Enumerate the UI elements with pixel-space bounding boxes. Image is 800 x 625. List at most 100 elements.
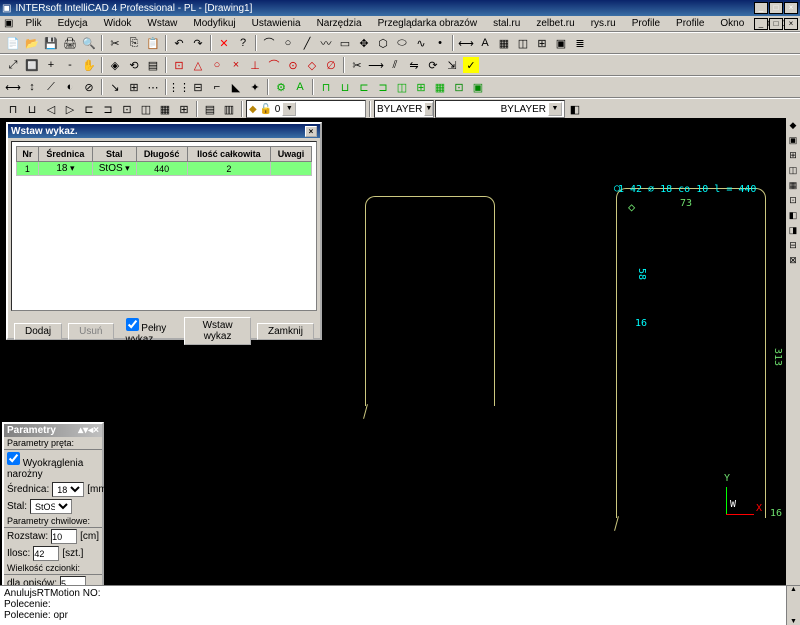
menu-rys[interactable]: rys.ru [587,18,620,29]
block-icon[interactable]: ◫ [514,34,532,52]
maximize-button[interactable]: □ [769,2,783,14]
dr-icon[interactable]: ◐ [61,78,79,96]
print-icon[interactable]: 🖨 [61,34,79,52]
vt-9-icon[interactable]: ⊟ [786,240,800,254]
orbit-icon[interactable]: ⟲ [125,56,143,74]
vt-7-icon[interactable]: ◧ [786,210,800,224]
region-icon[interactable]: ▣ [552,34,570,52]
t4-12-icon[interactable]: ▥ [220,100,238,118]
copy-icon[interactable]: ⎘ [125,34,143,52]
rozstaw-input[interactable] [51,529,77,544]
redo-icon[interactable]: ↷ [189,34,207,52]
vt-2-icon[interactable]: ▣ [786,135,800,149]
usun-button[interactable]: Usuń [68,323,113,340]
t4-2-icon[interactable]: ⊔ [23,100,41,118]
mirror-icon[interactable]: ⇋ [405,56,423,74]
t4-3-icon[interactable]: ◁ [42,100,60,118]
cmd-scrollbar[interactable]: ▲ ▼ [786,586,800,625]
snap-node-icon[interactable]: ◇ [303,56,321,74]
menu-widok[interactable]: Widok [100,18,136,29]
menu-narzedzia[interactable]: Narzędzia [313,18,366,29]
menu-zelbet[interactable]: zelbet.ru [532,18,578,29]
props-icon[interactable]: ⚙ [272,78,290,96]
minimize-button[interactable]: _ [754,2,768,14]
t4-10-icon[interactable]: ⊞ [175,100,193,118]
array-icon[interactable]: ⋮⋮ [170,78,188,96]
ellipse-icon[interactable]: ⬭ [393,34,411,52]
th-nr[interactable]: Nr [17,147,39,162]
dv-icon[interactable]: ↕ [23,78,41,96]
vt-5-icon[interactable]: ▦ [786,180,800,194]
ilosc-input[interactable] [33,546,59,561]
leader-icon[interactable]: ↘ [106,78,124,96]
zoom-out-icon[interactable]: - [61,56,79,74]
pan-icon[interactable]: ✋ [80,56,98,74]
match-icon[interactable]: ✓ [462,56,480,74]
pelny-checkbox[interactable]: Pełny wykaz [126,318,179,345]
insert-icon[interactable]: ⊞ [533,34,551,52]
new-icon[interactable]: 📄 [4,34,22,52]
point-icon[interactable]: • [431,34,449,52]
rebar7-icon[interactable]: ▦ [431,78,449,96]
th-uwagi[interactable]: Uwagi [271,147,312,162]
menu-stal[interactable]: stal.ru [489,18,524,29]
menu-edycja[interactable]: Edycja [54,18,92,29]
rebar6-icon[interactable]: ⊞ [412,78,430,96]
snap-nea-icon[interactable]: ⊙ [284,56,302,74]
doc-maximize-button[interactable]: □ [769,18,783,30]
tol-icon[interactable]: ⊞ [125,78,143,96]
rebar5-icon[interactable]: ◫ [393,78,411,96]
rebar2-icon[interactable]: ⊔ [336,78,354,96]
doc-minimize-button[interactable]: _ [754,18,768,30]
linetype-combo[interactable]: BYLAYER ▼ [374,100,434,118]
erase-icon[interactable]: ✕ [215,34,233,52]
menu-profile2[interactable]: Profile [672,18,708,29]
t4-6-icon[interactable]: ⊐ [99,100,117,118]
circle-icon[interactable]: ○ [279,34,297,52]
trim-icon[interactable]: ✂ [348,56,366,74]
snap-end-icon[interactable]: ⊡ [170,56,188,74]
close-button[interactable]: × [784,2,798,14]
th-stal[interactable]: Stal [92,147,136,162]
polygon-icon[interactable]: ⬡ [374,34,392,52]
text-icon[interactable]: A [476,34,494,52]
rect-icon[interactable]: ▭ [336,34,354,52]
rebar4-icon[interactable]: ⊐ [374,78,392,96]
color-combo[interactable]: BYLAYER ▼ [435,100,565,118]
menu-przegladarka[interactable]: Przeglądarka obrazów [374,18,482,29]
t4-7-icon[interactable]: ⊡ [118,100,136,118]
spline-icon[interactable]: ∿ [412,34,430,52]
th-srednica[interactable]: Średnica [38,147,92,162]
chevron-down-icon[interactable]: ▼ [424,102,433,116]
fillet-icon[interactable]: ⌐ [208,78,226,96]
snap-none-icon[interactable]: ∅ [322,56,340,74]
cell-dlugosc[interactable]: 440 [136,162,187,176]
menu-ustawienia[interactable]: Ustawienia [248,18,305,29]
explode-icon[interactable]: ✦ [246,78,264,96]
cont-icon[interactable]: ⋯ [144,78,162,96]
hatch-icon[interactable]: ▦ [495,34,513,52]
zoom-ext-icon[interactable]: ⤢ [4,56,22,74]
vt-8-icon[interactable]: ◨ [786,225,800,239]
command-line[interactable]: AnulujsRTMotion NO: Polecenie: Polecenie… [0,585,800,625]
vt-3-icon[interactable]: ⊞ [786,150,800,164]
style-icon[interactable]: A [291,78,309,96]
snap-cen-icon[interactable]: ○ [208,56,226,74]
rebar3-icon[interactable]: ⊏ [355,78,373,96]
cell-stal[interactable]: StOS ▾ [92,162,136,176]
snap-per-icon[interactable]: ⊥ [246,56,264,74]
help-icon[interactable]: ? [234,34,252,52]
table-row[interactable]: 1 18 ▾ StOS ▾ 440 2 [17,162,312,176]
snap-mid-icon[interactable]: △ [189,56,207,74]
paste-icon[interactable]: 📋 [144,34,162,52]
stal-select[interactable]: StOS [30,499,72,514]
chevron-down-icon[interactable]: ▼ [548,102,562,116]
cut-icon[interactable]: ✂ [106,34,124,52]
t4-1-icon[interactable]: ⊓ [4,100,22,118]
line-icon[interactable]: ╱ [298,34,316,52]
vt-4-icon[interactable]: ◫ [786,165,800,179]
break-icon[interactable]: ⊟ [189,78,207,96]
preview-icon[interactable]: 🔍 [80,34,98,52]
panel-buttons[interactable]: ▴▾◂× [78,425,99,436]
offset-icon[interactable]: ⫽ [386,56,404,74]
